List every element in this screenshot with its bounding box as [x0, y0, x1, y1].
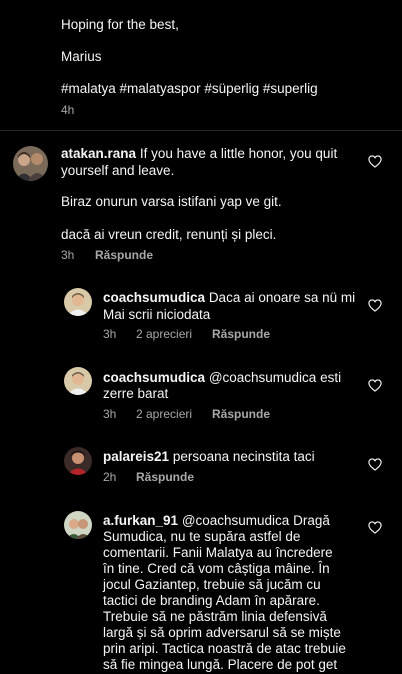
reply-username[interactable]: coachsumudica [103, 370, 205, 385]
reply-text-line1: coachsumudica Daca ai onoare sa nü mi [103, 289, 355, 307]
heart-icon[interactable] [368, 521, 382, 534]
reply-text: @coachsumudica Dragă [181, 513, 330, 528]
likes-count[interactable]: 2 aprecieri [136, 327, 192, 341]
comment-text-paragraph: dacă ai vreun credit, renunți și pleci. [61, 227, 277, 242]
reply-time: 3h [103, 407, 117, 421]
comment-time: 3h [61, 248, 75, 262]
reply-button[interactable]: Răspunde [212, 327, 270, 341]
reply-text: Daca ai onoare sa nü mi [208, 290, 356, 305]
reply-username[interactable]: palareis21 [103, 449, 169, 464]
reply-text: @coachsumudica esti [208, 370, 342, 385]
caption-time: 4h [61, 103, 75, 117]
avatar[interactable] [64, 288, 92, 316]
comment-username[interactable]: atakan.rana [61, 146, 136, 161]
comment-text-paragraph: Biraz onurun varsa istifani yap ve git. [61, 194, 282, 209]
likes-count[interactable]: 2 aprecieri [136, 407, 192, 421]
avatar[interactable] [13, 146, 48, 181]
comment-text: If you have a little honor, you quit [139, 146, 338, 161]
reply-time: 2h [103, 470, 117, 484]
reply-button[interactable]: Răspunde [136, 470, 194, 484]
reply-text-line: să fie mingea lungă. Placere de pot get [103, 657, 338, 672]
divider [0, 130, 402, 131]
heart-icon[interactable] [368, 155, 382, 168]
reply-text: persoana necinstita taci [172, 449, 315, 464]
heart-icon[interactable] [368, 299, 382, 312]
reply-button[interactable]: Răspunde [95, 248, 153, 262]
caption-name: Marius [61, 49, 102, 64]
caption-hashtags[interactable]: #malatya #malatyaspor #süperlig #superli… [61, 80, 318, 98]
avatar[interactable] [64, 511, 92, 539]
heart-icon[interactable] [368, 379, 382, 392]
reply-username[interactable]: a.furkan_91 [103, 513, 178, 528]
comment-text-line1: atakan.rana If you have a little honor, … [61, 145, 337, 163]
caption-signoff: Hoping for the best, [61, 17, 179, 32]
comment-text-line2: yourself and leave. [61, 163, 175, 178]
reply-text-line1: palareis21 persoana necinstita taci [103, 448, 315, 466]
reply-username[interactable]: coachsumudica [103, 290, 205, 305]
reply-button[interactable]: Răspunde [212, 407, 270, 421]
heart-icon[interactable] [368, 458, 382, 471]
reply-text-line2: zerre barat [103, 386, 169, 401]
reply-time: 3h [103, 327, 117, 341]
avatar[interactable] [64, 367, 92, 395]
reply-text-line2: Mai scrii niciodata [103, 307, 211, 322]
avatar[interactable] [64, 447, 92, 475]
